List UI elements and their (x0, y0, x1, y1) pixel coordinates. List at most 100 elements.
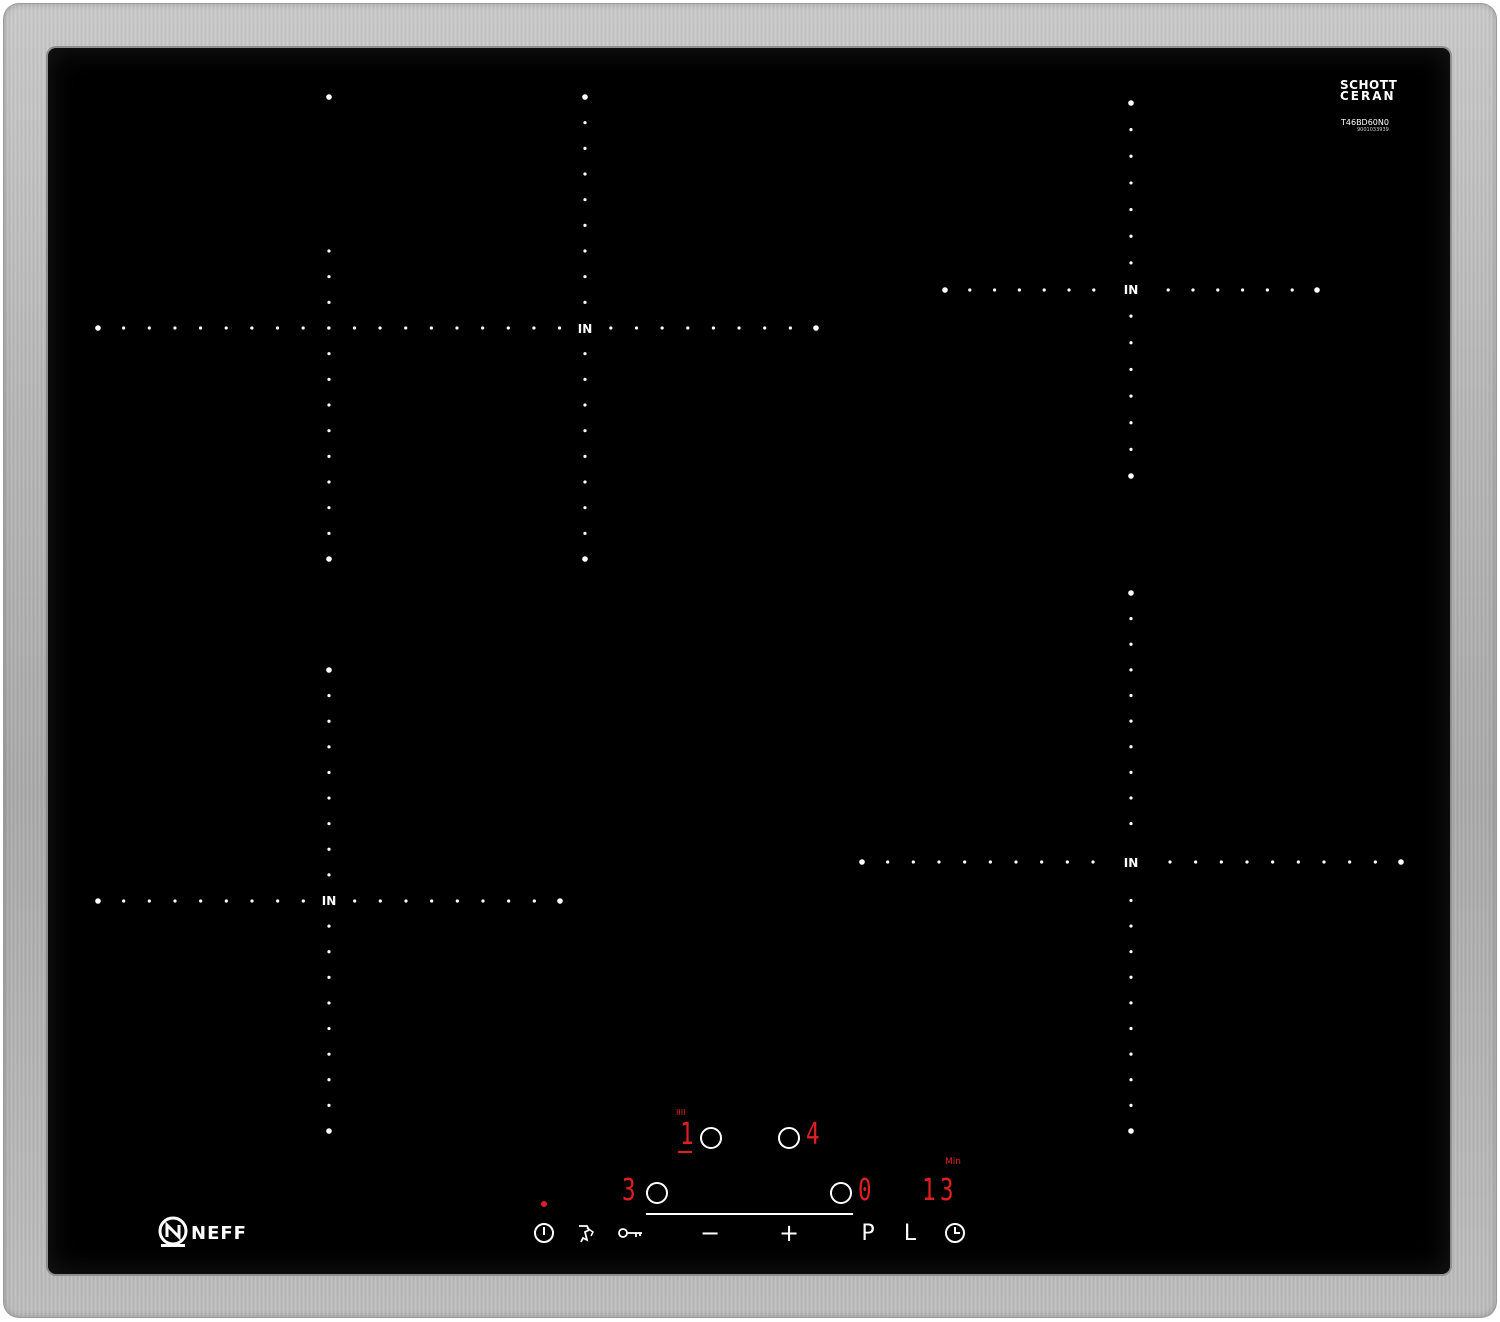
guide-dot (327, 924, 331, 928)
guide-dot (173, 326, 177, 330)
zone-select-bottom-right[interactable] (830, 1182, 852, 1204)
guide-dot (1241, 288, 1245, 292)
zone-guide-dots (95, 94, 1404, 1134)
guide-dot (95, 325, 101, 331)
guide-dot (250, 899, 254, 903)
cooking-zone-markings: IN IN IN IN (95, 94, 1404, 1134)
guide-dot (1014, 860, 1018, 864)
guide-dot (1129, 367, 1133, 372)
guide-dot (378, 899, 382, 903)
guide-dot (404, 899, 408, 903)
zone-select-top-left[interactable] (700, 1127, 722, 1149)
guide-dot (711, 326, 716, 330)
plus-button[interactable]: + (775, 1219, 803, 1247)
zone-marker-rear-left: IN (578, 322, 593, 336)
guide-dot (1129, 668, 1133, 672)
guide-dot (327, 770, 331, 775)
guide-dot (327, 352, 331, 356)
guide-dot (95, 898, 101, 904)
power-button[interactable] (530, 1219, 558, 1247)
guide-dot (988, 860, 992, 864)
zone-level-top-left: 1 (680, 1117, 694, 1152)
guide-dot (583, 454, 587, 458)
guide-dot (122, 326, 126, 330)
guide-dot (327, 275, 331, 279)
guide-dot (327, 1001, 331, 1005)
guide-dot (763, 326, 767, 330)
guide-dot (1129, 796, 1133, 800)
guide-dot (609, 326, 613, 330)
guide-dot (968, 288, 972, 292)
guide-dot (1065, 860, 1069, 864)
zone-select-bottom-left[interactable] (646, 1182, 668, 1204)
guide-dot (1314, 287, 1320, 293)
guide-dot (1128, 100, 1134, 106)
guide-dot (1129, 234, 1133, 238)
guide-dot (326, 1128, 332, 1134)
guide-dot (583, 275, 587, 279)
guide-dot (1129, 975, 1133, 979)
guide-dot (582, 556, 588, 562)
guide-dot (1191, 288, 1195, 292)
guide-dot (327, 326, 331, 330)
guide-dot (250, 326, 254, 330)
l-button[interactable]: L (896, 1219, 924, 1247)
guide-dot (1129, 394, 1133, 398)
guide-dot (583, 223, 587, 227)
guide-dot (506, 326, 510, 330)
guide-dot (326, 667, 332, 673)
zone-select-top-right[interactable] (778, 1127, 800, 1149)
guide-dot (327, 847, 331, 851)
guide-dot (122, 899, 126, 903)
guide-dot (327, 873, 331, 877)
guide-dot (327, 694, 331, 698)
power-icon (534, 1223, 554, 1243)
guide-dot (583, 146, 587, 150)
guide-dot (942, 287, 948, 293)
guide-dot (583, 352, 587, 356)
key-lock-button[interactable] (617, 1219, 645, 1247)
level-slider[interactable] (646, 1213, 853, 1215)
guide-dot (1128, 590, 1134, 596)
guide-dot (224, 899, 228, 903)
guide-dot (326, 556, 332, 562)
guide-dot (1129, 181, 1133, 185)
guide-dot (1042, 288, 1046, 292)
zone-marker-rear-right: IN (1124, 283, 1139, 297)
guide-dot (1129, 1103, 1133, 1107)
guide-dot (327, 796, 331, 800)
powerboost-button[interactable]: P (854, 1219, 882, 1247)
guide-dot (583, 429, 587, 433)
guide-dot (1129, 1078, 1133, 1082)
guide-dot (327, 531, 331, 535)
guide-dot (1092, 288, 1096, 292)
guide-dot (1129, 821, 1133, 826)
guide-dot (1129, 341, 1133, 345)
guide-dot (993, 288, 997, 292)
guide-dot (1040, 860, 1044, 864)
guide-dot (147, 899, 151, 903)
guide-dot (430, 899, 434, 903)
guide-dot (224, 326, 228, 330)
guide-dot (1296, 860, 1300, 864)
guide-dot (1129, 421, 1133, 425)
guide-dot (859, 859, 865, 865)
guide-dot (327, 377, 331, 381)
guide-dot (327, 403, 331, 407)
guide-dot (481, 899, 485, 903)
guide-dot (1129, 719, 1133, 723)
guide-dot (1129, 617, 1133, 621)
timer-button[interactable] (941, 1219, 969, 1247)
guide-dot (455, 899, 459, 903)
child-lock-button[interactable] (573, 1219, 601, 1247)
guide-dot (1271, 860, 1275, 864)
guide-dot (1348, 860, 1352, 864)
boost-indicator: IIII (676, 1108, 686, 1117)
guide-dot (1166, 288, 1170, 292)
guide-dot (1129, 447, 1133, 451)
key-icon (618, 1228, 642, 1238)
guide-dot (634, 326, 639, 330)
minus-button[interactable]: − (696, 1219, 724, 1247)
guide-dot (583, 172, 587, 176)
guide-dot (1219, 860, 1223, 864)
